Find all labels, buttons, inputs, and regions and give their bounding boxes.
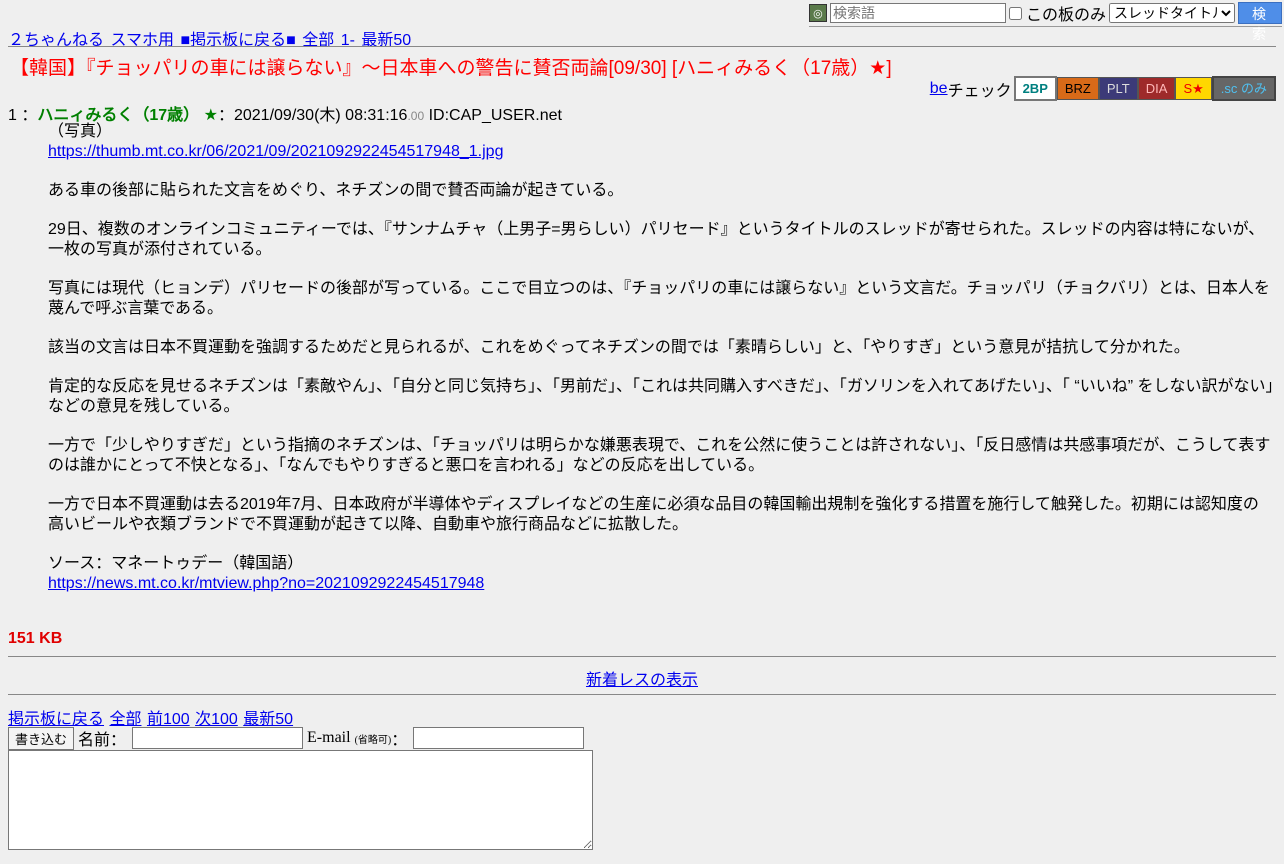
write-button[interactable]: 書き込む: [8, 726, 75, 750]
post-milliseconds: .00: [407, 109, 425, 123]
badge-s-star[interactable]: S★: [1175, 77, 1212, 100]
board-only-checkbox-label[interactable]: この板のみ: [1008, 1, 1106, 25]
photo-link[interactable]: https://thumb.mt.co.kr/06/2021/09/202109…: [48, 143, 503, 160]
photo-label: （写真）: [48, 123, 113, 140]
thread-title: 【韓国】『チョッパリの車には譲らない』～日本車への警告に賛否両論[09/30] …: [10, 58, 892, 79]
source-label: ソース：マネートゥデー（韓国語）: [48, 555, 304, 572]
name-label: 名前：: [78, 732, 127, 749]
new-res-link[interactable]: 新着レスの表示: [586, 672, 698, 689]
board-only-checkbox[interactable]: [1008, 6, 1022, 20]
file-size: 151 KB: [8, 630, 63, 647]
be-link[interactable]: be: [930, 80, 948, 98]
search-button[interactable]: 検 索: [1238, 2, 1282, 42]
site-logo-icon[interactable]: ◎: [808, 4, 827, 22]
post-separator: ：: [21, 107, 38, 124]
post-paragraph: 肯定的な反応を見せるネチズンは「素敵やん」、「自分と同じ気持ち」、「男前だ」、「…: [48, 378, 1274, 415]
divider: [8, 694, 1276, 695]
search-bar: ◎ この板のみ スレッドタイトル 検 索: [808, 1, 1282, 42]
check-label: チェック: [947, 82, 1012, 100]
name-field[interactable]: [132, 727, 304, 749]
badge-2bp[interactable]: 2BP: [1013, 76, 1057, 101]
be-check-bar: be チェック 2BP BRZ PLT DIA S★ .sc のみ: [930, 76, 1276, 101]
email-colon: ：: [391, 732, 408, 749]
email-field[interactable]: [413, 727, 585, 749]
post-paragraph: 29日、複数のオンラインコミュニティーでは、『サンナムチャ（上男子=男らしい）パ…: [48, 221, 1265, 258]
post-paragraph: 一方で「少しやりすぎだ」という指摘のネチズンは、「チョッパリは明らかな嫌悪表現で…: [48, 437, 1271, 474]
message-textarea[interactable]: [8, 750, 593, 850]
badge-plt[interactable]: PLT: [1098, 77, 1138, 100]
post-body: （写真） https://thumb.mt.co.kr/06/2021/09/2…: [48, 122, 1274, 594]
search-input[interactable]: [829, 3, 1006, 23]
post-form: 書き込む 名前： E-mail (省略可)：: [8, 726, 588, 750]
post-paragraph: ある車の後部に貼られた文言をめぐり、ネチズンの間で賛否両論が起きている。: [48, 182, 624, 199]
divider: [8, 656, 1276, 657]
source-link[interactable]: https://news.mt.co.kr/mtview.php?no=2021…: [48, 575, 484, 592]
post-paragraph: 一方で日本不買運動は去る2019年7月、日本政府が半導体やディスプレイなどの生産…: [48, 496, 1259, 533]
badge-sc-only[interactable]: .sc のみ: [1211, 76, 1276, 101]
divider: [8, 46, 1276, 47]
post-paragraph: 該当の文言は日本不買運動を強調するためだと見られるが、これをめぐってネチズンの間…: [48, 339, 1190, 356]
new-res-container: 新着レスの表示: [0, 666, 1284, 690]
email-optional-label: (省略可): [354, 734, 392, 746]
badge-brz[interactable]: BRZ: [1056, 77, 1099, 100]
search-scope-select[interactable]: スレッドタイトル: [1109, 3, 1235, 23]
board-only-label: この板のみ: [1025, 7, 1106, 24]
post-paragraph: 写真には現代（ヒョンデ）パリセードの後部が写っている。ここで目立つのは、『チョッ…: [48, 280, 1270, 317]
email-label: E-mail: [307, 729, 351, 746]
post-number[interactable]: 1: [8, 107, 17, 124]
badge-dia[interactable]: DIA: [1137, 77, 1176, 100]
